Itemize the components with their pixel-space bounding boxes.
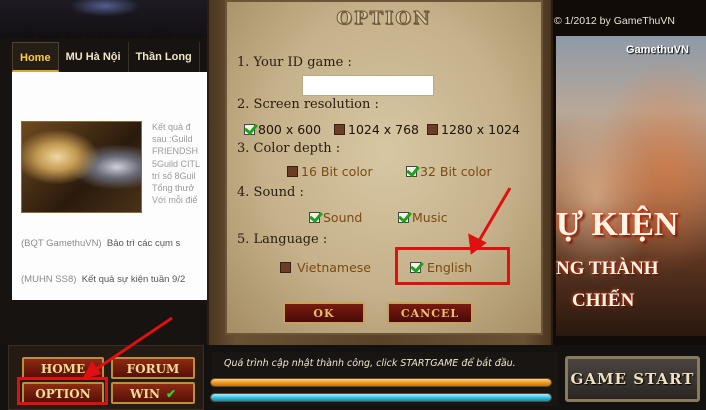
arrow-to-option [91,316,173,374]
annotation-arrows [81,187,512,380]
arrow-head-option [81,361,102,380]
arrow-to-english [474,187,512,247]
